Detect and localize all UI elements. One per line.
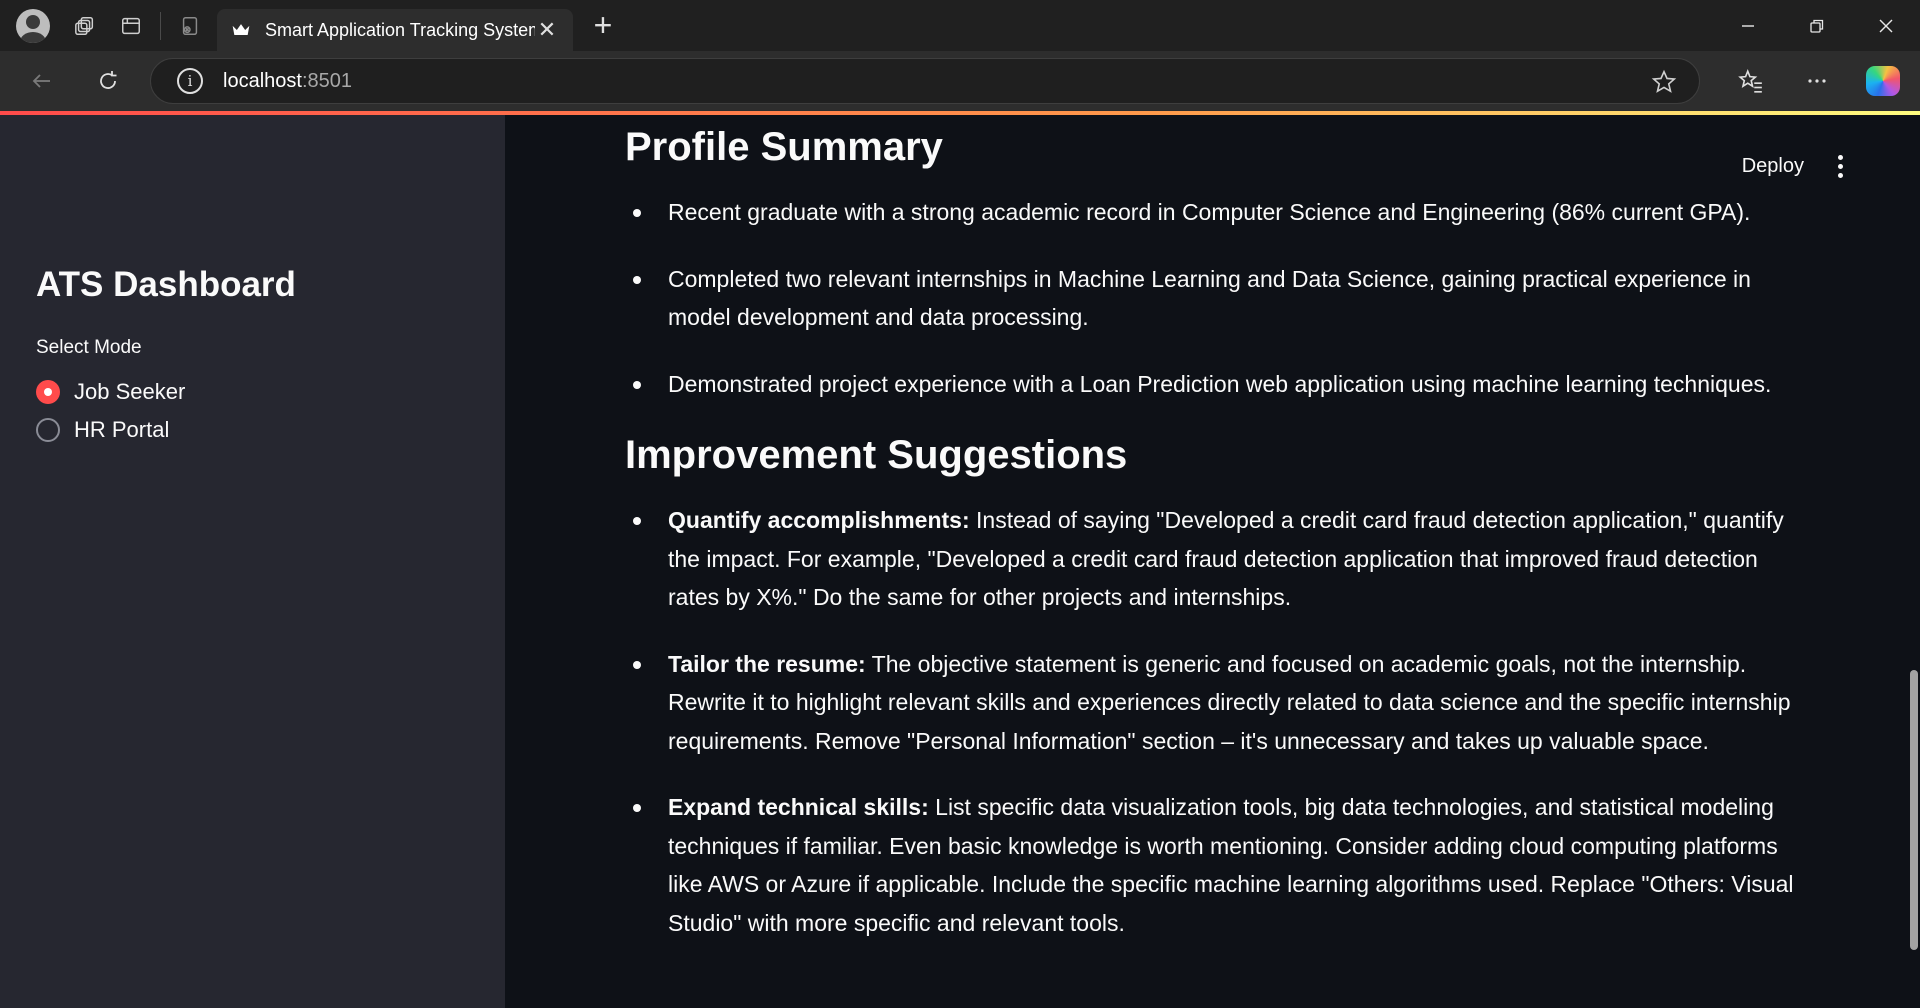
radio-label: Job Seeker: [74, 379, 186, 404]
improvement-suggestions-heading: Improvement Suggestions: [625, 433, 1128, 477]
tab-separator: [160, 11, 161, 40]
favorite-star-icon[interactable]: [1651, 69, 1677, 100]
new-tab-button[interactable]: +: [581, 4, 625, 48]
suggestion-title: Tailor the resume:: [668, 650, 866, 677]
tab-title: Smart Application Tracking System: [265, 19, 535, 40]
profile-avatar-icon[interactable]: [16, 8, 50, 43]
main-content: Deploy Profile Summary Recent graduate w…: [505, 115, 1920, 1008]
address-bar[interactable]: i localhost :8501: [150, 58, 1700, 104]
main-menu-icon[interactable]: [1828, 151, 1852, 181]
suggestion-title: Expand technical skills:: [668, 794, 929, 820]
url-host: localhost: [223, 69, 302, 92]
improvement-suggestions-list: Quantify accomplishments: Instead of say…: [625, 501, 1805, 942]
profile-summary-list: Recent graduate with a strong academic r…: [625, 193, 1805, 403]
radio-hr-portal[interactable]: HR Portal: [36, 417, 169, 443]
copilot-icon[interactable]: [1866, 66, 1900, 96]
close-window-icon[interactable]: [1851, 0, 1920, 51]
radio-unselected-icon[interactable]: [36, 418, 60, 442]
browser-essentials-icon[interactable]: [167, 0, 213, 51]
url-port: :8501: [301, 69, 352, 92]
suggestion-title: Quantify accomplishments:: [668, 507, 970, 533]
more-options-icon[interactable]: [1784, 55, 1850, 107]
site-info-icon[interactable]: i: [177, 68, 203, 94]
favorites-icon[interactable]: [1718, 55, 1784, 107]
active-tab[interactable]: Smart Application Tracking System ✕: [217, 9, 573, 51]
results-content: Profile Summary Recent graduate with a s…: [625, 123, 1805, 970]
radio-selected-icon[interactable]: [36, 380, 60, 404]
list-item: Demonstrated project experience with a L…: [625, 365, 1805, 404]
streamlit-crown-icon: [231, 20, 251, 40]
browser-toolbar: i localhost :8501: [0, 51, 1920, 111]
radio-job-seeker[interactable]: Job Seeker: [36, 379, 185, 405]
scrollbar[interactable]: [1910, 670, 1918, 950]
browser-tab-bar: Smart Application Tracking System ✕ +: [0, 0, 1920, 51]
sidebar: ATS Dashboard Select Mode Job Seeker HR …: [0, 115, 505, 1008]
toolbar-right: [1718, 51, 1920, 111]
radio-label: HR Portal: [74, 417, 170, 442]
list-item: Expand technical skills: List specific d…: [625, 788, 1805, 942]
list-item: Quantify accomplishments: Instead of say…: [625, 501, 1805, 617]
tab-close-icon[interactable]: ✕: [535, 17, 559, 42]
collections-icon[interactable]: [62, 0, 108, 51]
list-item: Recent graduate with a strong academic r…: [625, 193, 1805, 232]
sidebar-title: ATS Dashboard: [36, 265, 296, 304]
back-arrow-icon[interactable]: [12, 55, 72, 107]
minimize-icon[interactable]: [1713, 0, 1782, 51]
list-item: Tailor the resume: The objective stateme…: [625, 645, 1805, 761]
profile-summary-heading: Profile Summary: [625, 125, 943, 169]
refresh-icon[interactable]: [78, 55, 138, 107]
list-item: Completed two relevant internships in Ma…: [625, 260, 1805, 337]
window-controls: [1713, 0, 1920, 51]
restore-icon[interactable]: [1782, 0, 1851, 51]
tab-actions-icon[interactable]: [108, 0, 154, 51]
select-mode-label: Select Mode: [36, 337, 142, 358]
